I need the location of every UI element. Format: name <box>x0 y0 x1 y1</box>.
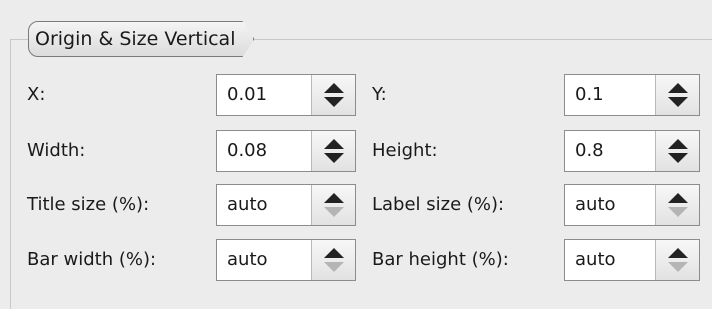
bar-width-spin-buttons[interactable] <box>311 240 355 280</box>
label-size-label: Label size (%): <box>372 194 505 215</box>
x-value[interactable]: 0.01 <box>217 75 311 115</box>
y-label: Y: <box>372 84 387 105</box>
up-arrow-icon[interactable] <box>667 248 688 258</box>
x-spin-buttons[interactable] <box>311 75 355 115</box>
row-size: Width: 0.08 Height: 0.8 <box>0 130 712 172</box>
down-arrow-icon <box>323 262 344 272</box>
x-spinbox[interactable]: 0.01 <box>216 74 356 116</box>
bar-width-value[interactable]: auto <box>217 240 311 280</box>
row-bar-size: Bar width (%): auto Bar height (%): auto <box>0 239 712 281</box>
bar-width-spinbox[interactable]: auto <box>216 239 356 281</box>
down-arrow-icon <box>323 207 344 217</box>
label-size-spin-buttons[interactable] <box>655 185 699 225</box>
label-size-spinbox[interactable]: auto <box>564 184 700 226</box>
up-arrow-icon[interactable] <box>323 83 344 93</box>
down-arrow-icon[interactable] <box>667 153 688 163</box>
down-arrow-icon[interactable] <box>323 153 344 163</box>
title-size-value[interactable]: auto <box>217 185 311 225</box>
title-size-spinbox[interactable]: auto <box>216 184 356 226</box>
row-text-size: Title size (%): auto Label size (%): aut… <box>0 184 712 226</box>
title-size-spin-buttons[interactable] <box>311 185 355 225</box>
y-spinbox[interactable]: 0.1 <box>564 74 700 116</box>
bar-width-label: Bar width (%): <box>27 249 157 270</box>
width-spin-buttons[interactable] <box>311 131 355 171</box>
group-box-title: Origin & Size Vertical <box>28 21 254 57</box>
bar-height-value[interactable]: auto <box>565 240 655 280</box>
width-label: Width: <box>27 140 86 161</box>
up-arrow-icon[interactable] <box>667 193 688 203</box>
x-label: X: <box>27 84 46 105</box>
bar-height-spin-buttons[interactable] <box>655 240 699 280</box>
row-position: X: 0.01 Y: 0.1 <box>0 74 712 116</box>
down-arrow-icon <box>667 207 688 217</box>
up-arrow-icon[interactable] <box>667 139 688 149</box>
up-arrow-icon[interactable] <box>667 83 688 93</box>
width-spinbox[interactable]: 0.08 <box>216 130 356 172</box>
up-arrow-icon[interactable] <box>323 139 344 149</box>
up-arrow-icon[interactable] <box>323 193 344 203</box>
down-arrow-icon <box>667 262 688 272</box>
bar-height-spinbox[interactable]: auto <box>564 239 700 281</box>
height-value[interactable]: 0.8 <box>565 131 655 171</box>
width-value[interactable]: 0.08 <box>217 131 311 171</box>
y-spin-buttons[interactable] <box>655 75 699 115</box>
y-value[interactable]: 0.1 <box>565 75 655 115</box>
title-size-label: Title size (%): <box>27 194 150 215</box>
up-arrow-icon[interactable] <box>323 248 344 258</box>
down-arrow-icon[interactable] <box>323 97 344 107</box>
height-spin-buttons[interactable] <box>655 131 699 171</box>
bar-height-label: Bar height (%): <box>372 249 509 270</box>
label-size-value[interactable]: auto <box>565 185 655 225</box>
height-label: Height: <box>372 140 438 161</box>
down-arrow-icon[interactable] <box>667 97 688 107</box>
height-spinbox[interactable]: 0.8 <box>564 130 700 172</box>
